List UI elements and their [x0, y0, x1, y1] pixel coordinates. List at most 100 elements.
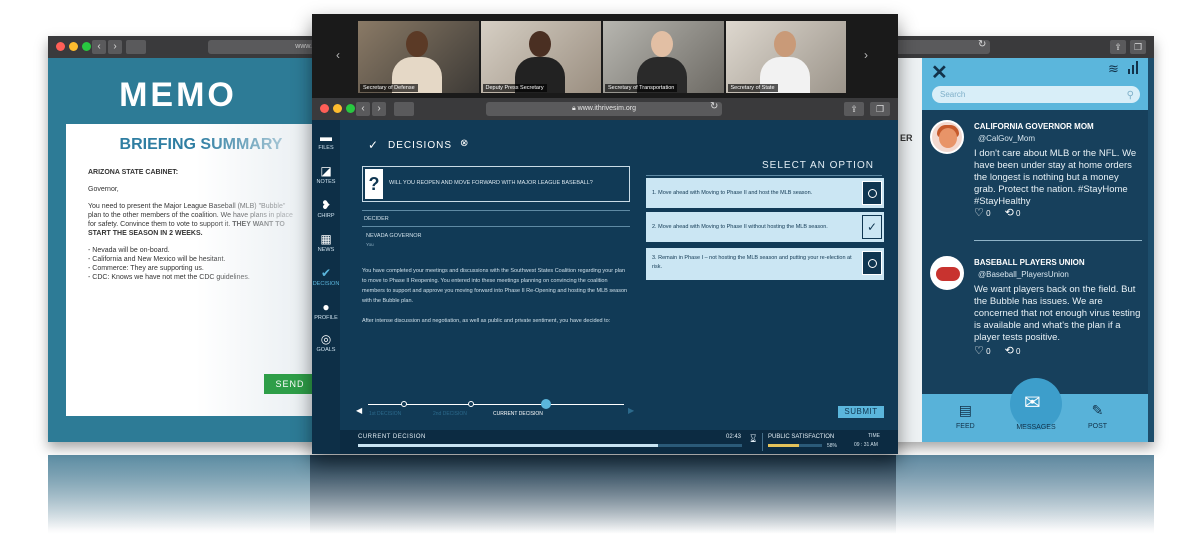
- like-count: 0: [986, 209, 991, 218]
- satisfaction-fill: [768, 444, 800, 447]
- sidebar-item-news[interactable]: ▦ NEWS: [312, 232, 340, 253]
- url-bar[interactable]: www.: [208, 40, 318, 54]
- reload-icon[interactable]: ↻: [710, 101, 718, 112]
- nav-buttons: ‹ ›: [356, 102, 386, 116]
- send-button[interactable]: SEND: [264, 374, 316, 394]
- browser-chrome: ‹ › www.: [48, 36, 318, 58]
- option-2[interactable]: 2. Move ahead with Moving to Phase II wi…: [646, 212, 884, 242]
- floor-reflection: [48, 455, 1154, 538]
- signal-icon: [1128, 60, 1138, 74]
- browser-chrome: on/ ↻ ⇪ ❐: [878, 36, 1154, 58]
- close-icon[interactable]: ⊗: [460, 138, 468, 149]
- person-icon: ●: [322, 300, 330, 314]
- video-tile[interactable]: Deputy Press Secretary: [480, 21, 601, 93]
- maximize-dot[interactable]: [82, 42, 91, 51]
- chirp-header: ✕ ≋ Search ⚲: [922, 58, 1148, 110]
- chevron-left-icon[interactable]: ‹: [336, 48, 340, 62]
- sidebar-label: FILES: [318, 145, 334, 151]
- status-bar: CURRENT DECISION 02:43 ⌛︎ PUBLIC SATISFA…: [340, 430, 898, 454]
- avatar[interactable]: [930, 256, 964, 290]
- like-button[interactable]: ♡ 0: [974, 344, 991, 357]
- sidebar-toggle-icon[interactable]: [394, 102, 414, 116]
- sidebar-item-notes[interactable]: ◪ NOTES: [312, 164, 340, 185]
- decision-check-icon: ✓: [368, 138, 379, 152]
- sidebar-item-files[interactable]: ▬ FILES: [312, 130, 340, 151]
- option-check-icon[interactable]: ✓: [862, 215, 882, 239]
- question-text: WILL YOU REOPEN AND MOVE FORWARD WITH MA…: [389, 180, 593, 186]
- option-text: 2. Move ahead with Moving to Phase II wi…: [652, 224, 828, 230]
- timeline-node-current[interactable]: [541, 399, 551, 409]
- time-value: 09 : 31 AM: [854, 442, 878, 448]
- share-icon[interactable]: ⇪: [844, 102, 864, 116]
- sidebar-item-decision[interactable]: ✔ DECISION: [312, 266, 340, 287]
- forward-icon[interactable]: ›: [108, 40, 122, 54]
- minimize-dot[interactable]: [69, 42, 78, 51]
- timeline-node[interactable]: [401, 401, 407, 407]
- back-icon[interactable]: ‹: [356, 102, 370, 116]
- avatar[interactable]: [930, 120, 964, 154]
- post-author[interactable]: BASEBALL PLAYERS UNION: [974, 258, 1085, 267]
- pencil-icon: ✎: [1091, 402, 1104, 418]
- post-handle[interactable]: @CalGov_Mom: [978, 134, 1035, 143]
- option-3[interactable]: 3. Remain in Phase I – not hosting the M…: [646, 248, 884, 280]
- close-dot[interactable]: [56, 42, 65, 51]
- post-author[interactable]: CALIFORNIA GOVERNOR MOM: [974, 122, 1094, 131]
- tabs-icon[interactable]: ❐: [870, 102, 890, 116]
- sidebar-item-profile[interactable]: ● PROFILE: [312, 300, 340, 321]
- url-bar[interactable]: 🔒︎ www.ithrivesim.org: [486, 102, 722, 116]
- decider-name: NEVADA GOVERNOR: [366, 233, 422, 239]
- minimize-dot[interactable]: [333, 104, 342, 113]
- search-input[interactable]: Search ⚲: [932, 86, 1140, 103]
- video-tile[interactable]: Secretary of State: [725, 21, 846, 93]
- post-text: I don't care about MLB or the NFL. We ha…: [974, 148, 1137, 207]
- sidebar-item-chirp[interactable]: ❥ CHIRP: [312, 198, 340, 219]
- current-decision-label: CURRENT DECISION: [358, 434, 426, 440]
- nav-post[interactable]: ✎ POST: [1088, 402, 1107, 430]
- video-tile[interactable]: Secretary of Defense: [358, 21, 479, 93]
- tabs-icon[interactable]: ❐: [1130, 40, 1146, 54]
- rechirp-button[interactable]: ⟲ 0: [1005, 344, 1021, 357]
- memo-title: MEMO: [119, 76, 237, 114]
- like-button[interactable]: ♡ 0: [974, 206, 991, 219]
- option-text: 3. Remain in Phase I – not hosting the M…: [652, 255, 852, 270]
- timeline-label: 2nd DECISION: [433, 411, 467, 417]
- nav-feed[interactable]: ▤ FEED: [956, 402, 975, 430]
- timeline-next-icon[interactable]: ▶: [628, 406, 634, 415]
- feed-icon: ▤: [958, 402, 972, 418]
- post-text: We want players back on the field. But t…: [974, 284, 1141, 343]
- share-icon[interactable]: ⇪: [1110, 40, 1126, 54]
- forward-icon[interactable]: ›: [372, 102, 386, 116]
- timeline-node[interactable]: [468, 401, 474, 407]
- reflection-right: [896, 455, 1154, 538]
- sidebar-item-goals[interactable]: ◎ GOALS: [312, 332, 340, 353]
- rechirp-button[interactable]: ⟲ 0: [1005, 206, 1021, 219]
- select-heading: SELECT AN OPTION: [762, 160, 874, 171]
- maximize-dot[interactable]: [346, 104, 355, 113]
- option-radio[interactable]: [862, 251, 882, 275]
- window-controls: [56, 42, 91, 51]
- video-tile[interactable]: Secretary of Transportation: [603, 21, 724, 93]
- participant-label: Secretary of Defense: [360, 84, 418, 92]
- submit-button[interactable]: SUBMIT: [838, 406, 884, 418]
- option-radio[interactable]: [862, 181, 882, 205]
- divider: [646, 175, 882, 176]
- chevron-right-icon[interactable]: ›: [864, 48, 868, 62]
- search-icon[interactable]: ⚲: [1127, 87, 1134, 104]
- back-icon[interactable]: ‹: [92, 40, 106, 54]
- sidebar-toggle-icon[interactable]: [126, 40, 146, 54]
- question-mark-icon: ?: [365, 169, 383, 199]
- reload-icon[interactable]: ↻: [978, 39, 986, 50]
- hourglass-icon: ⌛︎: [750, 434, 757, 445]
- post-handle[interactable]: @Baseball_PlayersUnion: [978, 270, 1069, 279]
- wifi-icon: ≋: [1108, 61, 1119, 76]
- option-1[interactable]: 1. Move ahead with Moving to Phase II an…: [646, 178, 884, 208]
- composite-stage: ‹ › www. MEMO BRIEFING SUMMARY ARIZONA S…: [0, 0, 1202, 538]
- timeline-prev-icon[interactable]: ◀: [356, 406, 362, 415]
- target-icon: ◎: [320, 332, 332, 346]
- close-icon[interactable]: ✕: [931, 60, 948, 85]
- close-dot[interactable]: [320, 104, 329, 113]
- chirp-post: CALIFORNIA GOVERNOR MOM @CalGov_Mom I do…: [930, 120, 1142, 240]
- nav-messages[interactable]: ✉: [1010, 378, 1062, 430]
- background-page-text: ER: [900, 133, 913, 143]
- paper-fade: [196, 124, 316, 416]
